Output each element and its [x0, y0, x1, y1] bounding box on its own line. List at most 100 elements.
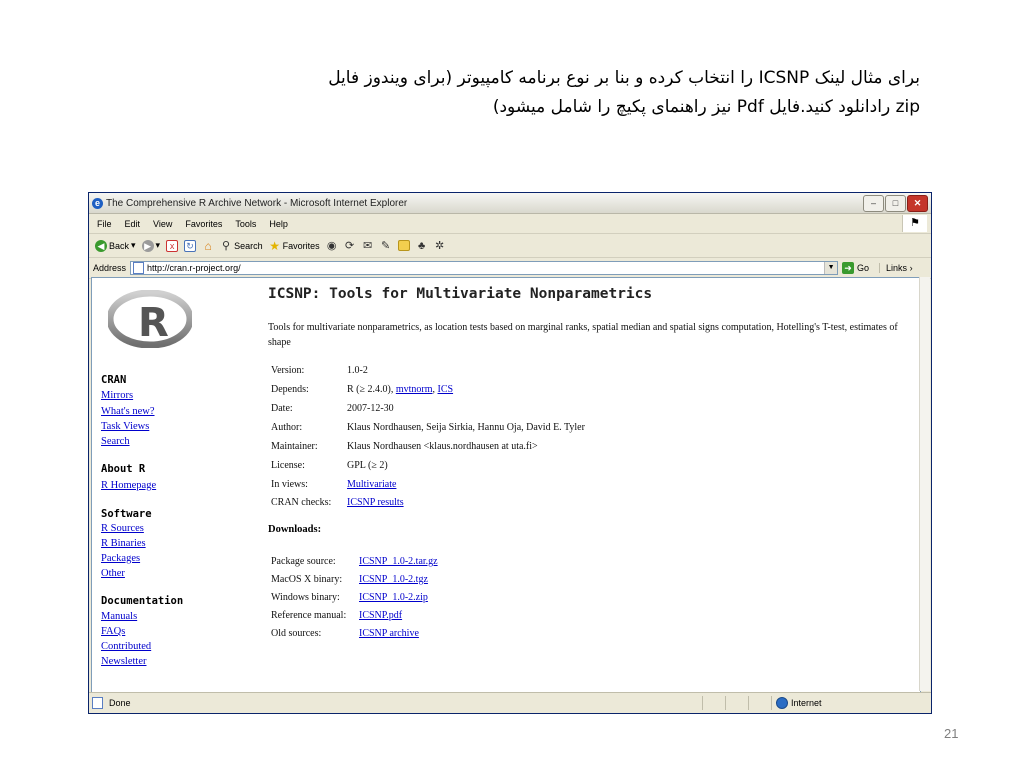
go-label: Go — [857, 263, 870, 273]
address-url: http://cran.r-project.org/ — [147, 263, 241, 273]
refresh-icon[interactable]: ↻ — [184, 239, 197, 252]
meta-key: In views: — [271, 479, 308, 490]
meta-key: Date: — [271, 403, 293, 414]
stop-icon[interactable]: x — [166, 239, 179, 252]
menu-favorites[interactable]: Favorites — [185, 219, 222, 229]
sidebar-link[interactable]: FAQs — [101, 626, 125, 637]
sidebar-link[interactable]: Newsletter — [101, 656, 146, 667]
go-arrow-icon: ➜ — [842, 262, 855, 274]
favorites-star-icon: ★ — [269, 238, 280, 253]
status-cell — [702, 696, 725, 710]
meta-value: GPL (≥ 2) — [347, 460, 388, 471]
home-icon[interactable]: ⌂ — [202, 240, 214, 252]
sidebar-section-title: About R — [101, 463, 146, 475]
meta-value: Klaus Nordhausen, Seija Sirkia, Hannu Oj… — [347, 422, 585, 433]
download-link[interactable]: ICSNP archive — [359, 628, 419, 639]
edit-icon[interactable]: ✎ — [380, 240, 392, 252]
favorites-label: Favorites — [282, 240, 320, 251]
caption-line-2: zip رادانلود کنید.فایل Pdf نیز راهنمای پ… — [492, 97, 920, 117]
maximize-button[interactable]: □ — [885, 194, 906, 212]
sidebar-section-title: CRAN — [101, 374, 127, 386]
favorites-button[interactable]: ★ Favorites — [269, 238, 320, 253]
package-description: Tools for multivariate nonparametrics, a… — [268, 322, 898, 348]
sidebar-link[interactable]: What's new? — [101, 406, 155, 417]
caption-line-1: برای مثال لینک ICSNP را انتخاب کرده و بن… — [328, 68, 920, 88]
ie-logo-icon: e — [92, 197, 103, 209]
sidebar-section-title: Documentation — [101, 595, 184, 607]
download-label: Windows binary: — [271, 592, 340, 603]
folder-icon[interactable] — [397, 240, 410, 251]
download-label: MacOS X binary: — [271, 574, 343, 585]
download-link[interactable]: ICSNP_1.0-2.tar.gz — [359, 556, 438, 567]
forward-dropdown-icon[interactable]: ▾ — [156, 240, 161, 251]
meta-key: CRAN checks: — [271, 497, 332, 508]
meta-link[interactable]: ICSNP results — [347, 497, 404, 508]
forward-button[interactable]: ▶ ▾ — [141, 239, 161, 252]
status-bar: Done Internet — [89, 692, 931, 713]
back-label: Back — [109, 240, 130, 251]
messenger-icon[interactable]: ♣ — [416, 240, 428, 252]
mail-icon[interactable]: ✉ — [362, 240, 374, 252]
meta-key: License: — [271, 460, 305, 471]
meta-value-prefix: R (≥ 2.4.0), — [347, 384, 396, 395]
media-icon[interactable]: ◉ — [326, 240, 338, 252]
download-link[interactable]: ICSNP_1.0-2.tgz — [359, 574, 428, 585]
slide-page-number: 21 — [944, 726, 959, 741]
address-input[interactable]: http://cran.r-project.org/ ▼ — [130, 261, 839, 275]
menu-bar: File Edit View Favorites Tools Help ⚑ — [89, 214, 931, 234]
sidebar-link[interactable]: Mirrors — [101, 390, 133, 401]
title-bar: e The Comprehensive R Archive Network - … — [89, 193, 931, 214]
meta-link[interactable]: Multivariate — [347, 479, 396, 490]
window-title: The Comprehensive R Archive Network - Mi… — [106, 197, 408, 209]
meta-key: Maintainer: — [271, 441, 318, 452]
menu-view[interactable]: View — [153, 219, 172, 229]
status-text: Done — [109, 698, 131, 708]
zone-text: Internet — [791, 698, 822, 708]
back-dropdown-icon[interactable]: ▾ — [131, 240, 136, 251]
package-title: ICSNP: Tools for Multivariate Nonparamet… — [268, 286, 653, 302]
download-link[interactable]: ICSNP.pdf — [359, 610, 402, 621]
sidebar-link[interactable]: R Homepage — [101, 480, 156, 491]
sidebar-link[interactable]: Contributed — [101, 641, 151, 652]
sidebar-link[interactable]: Search — [101, 436, 130, 447]
sidebar-link[interactable]: Manuals — [101, 611, 137, 622]
back-arrow-icon: ◀ — [95, 239, 107, 252]
dependency-link[interactable]: ICS — [438, 384, 454, 395]
dependency-link[interactable]: mvtnorm — [396, 384, 433, 395]
vertical-scrollbar[interactable] — [919, 277, 930, 691]
back-button[interactable]: ◀ Back ▾ — [95, 239, 136, 252]
search-icon: ⚲ — [222, 239, 231, 252]
address-label: Address — [93, 263, 127, 273]
search-button[interactable]: ⚲ Search — [220, 240, 263, 252]
minimize-button[interactable]: ‒ — [863, 194, 884, 212]
download-link[interactable]: ICSNP_1.0-2.zip — [359, 592, 428, 603]
page-content: R CRAN Mirrors What's new? Task Views Search… — [91, 277, 921, 693]
sidebar-section-title: Software — [101, 508, 152, 520]
history-icon[interactable]: ⟳ — [344, 240, 356, 252]
sidebar-link[interactable]: R Binaries — [101, 538, 146, 549]
address-dropdown-icon[interactable]: ▼ — [824, 262, 838, 274]
status-cell — [748, 696, 771, 710]
meta-key: Depends: — [271, 384, 309, 395]
download-label: Reference manual: — [271, 610, 347, 621]
close-button[interactable]: ✕ — [907, 194, 928, 212]
menu-file[interactable]: File — [97, 219, 112, 229]
sidebar-link[interactable]: Packages — [101, 553, 140, 564]
windows-logo-icon: ⚑ — [902, 215, 927, 232]
status-cell — [725, 696, 748, 710]
research-icon[interactable]: ✲ — [434, 240, 446, 252]
menu-edit[interactable]: Edit — [125, 219, 141, 229]
status-page-icon — [92, 697, 103, 709]
meta-key: Author: — [271, 422, 303, 433]
meta-value: Klaus Nordhausen <klaus.nordhausen at ut… — [347, 441, 538, 452]
page-icon — [133, 262, 145, 274]
go-button[interactable]: ➜ Go — [842, 262, 869, 274]
meta-value: 2007-12-30 — [347, 403, 394, 414]
links-button[interactable]: Links › — [879, 263, 913, 273]
meta-value: ICSNP results — [347, 497, 404, 508]
menu-help[interactable]: Help — [269, 219, 288, 229]
sidebar-link[interactable]: Other — [101, 568, 125, 579]
sidebar-link[interactable]: Task Views — [101, 421, 149, 432]
menu-tools[interactable]: Tools — [235, 219, 256, 229]
sidebar-link[interactable]: R Sources — [101, 523, 144, 534]
